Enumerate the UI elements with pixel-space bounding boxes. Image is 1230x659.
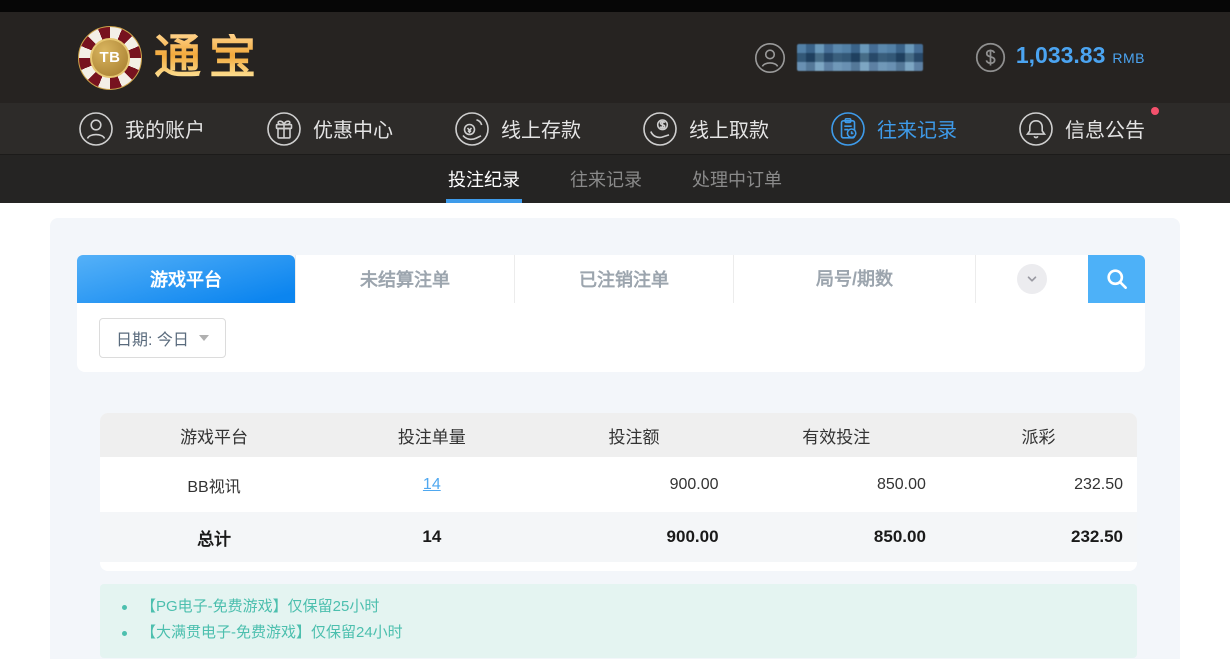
- subnav-label: 往来记录: [570, 166, 642, 192]
- cell-payout: 232.50: [940, 457, 1137, 512]
- chevron-down-icon: [1017, 264, 1047, 294]
- cell-platform: BB视讯: [100, 457, 328, 512]
- caret-down-icon: [199, 335, 209, 341]
- nav-label: 信息公告: [1065, 114, 1145, 143]
- username-redacted: [797, 44, 923, 71]
- logo-badge: TB: [90, 38, 130, 78]
- cell-bet-amount: 900.00: [536, 457, 733, 512]
- deposit-icon: [454, 111, 490, 147]
- dollar-icon: [975, 42, 1006, 73]
- balance-amount: 1,033.83: [1016, 42, 1106, 69]
- total-label: 总计: [100, 512, 328, 562]
- nav-label: 线上取款: [689, 114, 769, 143]
- info-notice-box: 【PG电子-免费游戏】仅保留25小时 【大满贯电子-免费游戏】仅保留24小时: [100, 584, 1137, 658]
- tab-unsettled-bets[interactable]: 未结算注单: [295, 255, 514, 303]
- subnav-tab-bet-records[interactable]: 投注纪录: [446, 155, 522, 203]
- content-card: 游戏平台 未结算注单 已注销注单: [50, 218, 1180, 659]
- tab-label: 游戏平台: [150, 266, 222, 292]
- poker-chip-logo-icon: TB: [78, 26, 142, 90]
- nav-item-announcements[interactable]: 信息公告: [1018, 111, 1145, 147]
- bullet-icon: [122, 631, 127, 636]
- avatar-icon: [754, 42, 786, 74]
- nav-label: 线上存款: [501, 114, 581, 143]
- records-icon: [830, 111, 866, 147]
- notification-dot: [1151, 107, 1159, 115]
- subnav-label: 投注纪录: [448, 166, 520, 192]
- user-account[interactable]: [754, 42, 923, 74]
- active-underline: [446, 199, 522, 203]
- nav-item-transaction-records[interactable]: 往来记录: [830, 111, 957, 147]
- subnav-label: 处理中订单: [692, 166, 782, 192]
- nav-item-withdraw[interactable]: 线上取款: [642, 111, 769, 147]
- search-icon: [1104, 266, 1130, 292]
- sub-nav: 投注纪录 往来记录 处理中订单: [0, 155, 1230, 203]
- total-payout: 232.50: [940, 512, 1137, 562]
- table-row: BB视讯 14 900.00 850.00 232.50: [100, 457, 1137, 512]
- page-body: 游戏平台 未结算注单 已注销注单: [0, 218, 1230, 659]
- withdraw-icon: [642, 111, 678, 147]
- balance-display[interactable]: 1,033.83 RMB: [975, 42, 1145, 73]
- tab-label: 已注销注单: [579, 266, 669, 292]
- results-table-card: 游戏平台 投注单量 投注额 有效投注 派彩 BB视讯 14 900.00 850…: [100, 413, 1137, 571]
- bell-icon: [1018, 111, 1054, 147]
- bet-count-link[interactable]: 14: [423, 476, 441, 493]
- table-header-row: 游戏平台 投注单量 投注额 有效投注 派彩: [100, 413, 1137, 457]
- user-icon: [78, 111, 114, 147]
- tab-label: 未结算注单: [360, 266, 450, 292]
- table-total-row: 总计 14 900.00 850.00 232.50: [100, 512, 1137, 562]
- date-filter-label: 日期: 今日: [116, 326, 189, 350]
- filter-block: 游戏平台 未结算注单 已注销注单: [77, 255, 1145, 372]
- total-valid-bet: 850.00: [733, 512, 940, 562]
- subnav-tab-processing-orders[interactable]: 处理中订单: [690, 155, 784, 203]
- nav-item-promotions[interactable]: 优惠中心: [266, 111, 393, 147]
- notice-line: 【大满贯电子-免费游戏】仅保留24小时: [114, 620, 1121, 646]
- col-header-platform: 游戏平台: [100, 413, 328, 457]
- subnav-tab-transaction-records[interactable]: 往来记录: [568, 155, 644, 203]
- search-button[interactable]: [1088, 255, 1145, 303]
- notice-text: 【大满贯电子-免费游戏】仅保留24小时: [141, 620, 403, 646]
- total-bet-amount: 900.00: [536, 512, 733, 562]
- date-filter-panel: 日期: 今日: [77, 303, 1145, 372]
- col-header-bet-count: 投注单量: [328, 413, 535, 457]
- total-bet-count: 14: [328, 512, 535, 562]
- nav-label: 往来记录: [877, 114, 957, 143]
- bet-summary-table: 游戏平台 投注单量 投注额 有效投注 派彩 BB视讯 14 900.00 850…: [100, 413, 1137, 562]
- nav-item-my-account[interactable]: 我的账户: [78, 111, 205, 147]
- brand-name: 通宝: [154, 34, 264, 81]
- bullet-icon: [122, 605, 127, 610]
- nav-label: 优惠中心: [313, 114, 393, 143]
- site-header: TB 通宝 1,033.83 RMB: [0, 12, 1230, 103]
- tab-cancelled-bets[interactable]: 已注销注单: [514, 255, 733, 303]
- tab-game-platform[interactable]: 游戏平台: [77, 255, 295, 303]
- notice-text: 【PG电子-免费游戏】仅保留25小时: [141, 594, 379, 620]
- filter-tabs: 游戏平台 未结算注单 已注销注单: [77, 255, 1145, 303]
- main-nav: 我的账户 优惠中心 线上存款: [0, 103, 1230, 155]
- notice-line: 【PG电子-免费游戏】仅保留25小时: [114, 594, 1121, 620]
- nav-item-deposit[interactable]: 线上存款: [454, 111, 581, 147]
- col-header-bet-amount: 投注额: [536, 413, 733, 457]
- top-black-strip: [0, 0, 1230, 12]
- date-filter-button[interactable]: 日期: 今日: [99, 318, 226, 358]
- filter-dropdown[interactable]: [975, 255, 1088, 303]
- nav-label: 我的账户: [125, 114, 205, 143]
- round-number-input[interactable]: [733, 255, 975, 303]
- col-header-payout: 派彩: [940, 413, 1137, 457]
- balance-currency: RMB: [1112, 50, 1145, 66]
- cell-valid-bet: 850.00: [733, 457, 940, 512]
- brand-logo[interactable]: TB 通宝: [78, 26, 264, 90]
- col-header-valid-bet: 有效投注: [733, 413, 940, 457]
- header-right: 1,033.83 RMB: [754, 42, 1145, 74]
- gift-icon: [266, 111, 302, 147]
